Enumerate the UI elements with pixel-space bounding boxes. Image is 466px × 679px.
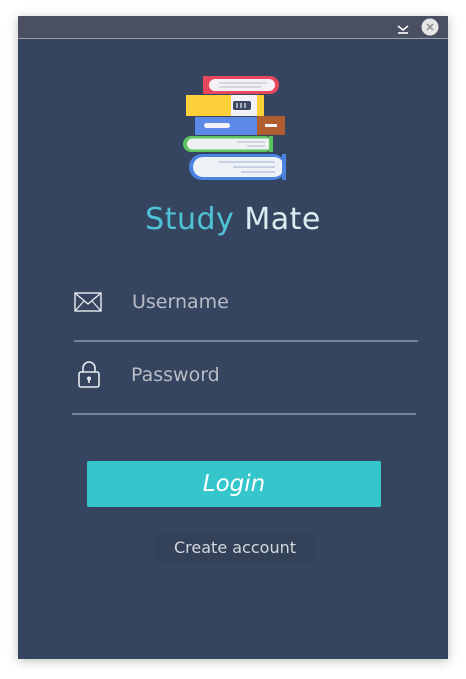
chevron-down-icon <box>397 25 409 34</box>
login-button[interactable]: Login <box>87 461 381 507</box>
lock-icon <box>74 359 104 389</box>
app-logo <box>181 74 289 182</box>
envelope-icon <box>73 287 103 317</box>
username-underline <box>74 340 418 342</box>
app-title: Study Mate <box>18 200 448 240</box>
login-window: Study Mate Login Create account <box>18 16 448 659</box>
create-account-link[interactable]: Create account <box>154 534 316 562</box>
app-title-part2: Mate <box>244 202 321 237</box>
password-input[interactable] <box>131 360 411 390</box>
close-icon <box>421 18 439 36</box>
password-underline <box>72 413 416 415</box>
minimize-button[interactable] <box>396 20 410 34</box>
app-title-part1: Study <box>145 202 235 237</box>
books-stack-icon <box>183 76 286 180</box>
close-button[interactable] <box>421 18 439 36</box>
username-input[interactable] <box>132 287 412 317</box>
title-bar <box>18 16 448 39</box>
